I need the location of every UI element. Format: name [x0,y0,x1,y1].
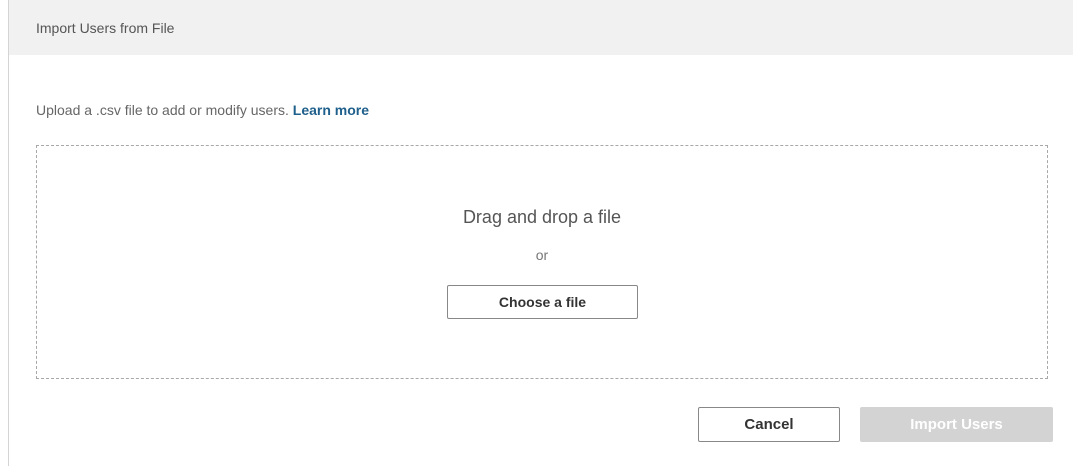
cancel-button[interactable]: Cancel [698,407,840,442]
drop-zone-text: Drag and drop a file [462,207,622,227]
file-drop-zone[interactable]: Drag and drop a file or Choose a file [36,145,1048,379]
choose-file-button[interactable]: Choose a file [447,285,638,319]
upload-instructions: Upload a .csv file to add or modify user… [36,101,369,119]
import-users-button[interactable]: Import Users [860,407,1053,442]
dialog-title: Import Users from File [36,19,175,36]
drop-zone-or-text: or [535,247,549,263]
upload-description: Upload a .csv file to add or modify user… [36,102,289,118]
import-users-dialog: Import Users from File Upload a .csv fil… [8,0,1073,466]
learn-more-link[interactable]: Learn more [293,102,369,118]
dialog-header: Import Users from File [9,0,1073,55]
